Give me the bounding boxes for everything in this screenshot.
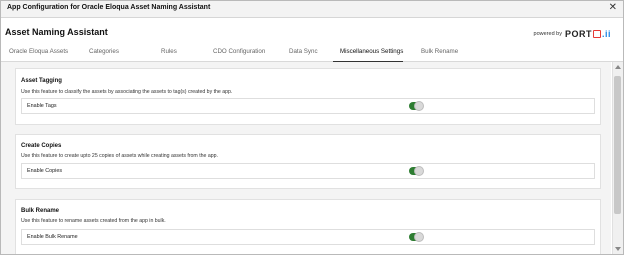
app-configuration-window: App Configuration for Oracle Eloqua Asse…	[0, 0, 624, 255]
section-title: Bulk Rename	[21, 208, 60, 214]
toggle-knob	[413, 101, 424, 111]
tab-categories[interactable]: Categories	[89, 48, 119, 55]
setting-row-enable-tags: Enable Tags	[21, 98, 595, 114]
enable-copies-toggle[interactable]	[409, 166, 424, 176]
setting-label: Enable Tags	[27, 103, 57, 109]
section-create-copies: Create Copies Use this feature to create…	[15, 134, 601, 189]
scroll-thumb[interactable]	[614, 76, 621, 214]
tab-bulk-rename[interactable]: Bulk Rename	[421, 48, 458, 55]
scroll-down-icon[interactable]	[615, 247, 621, 251]
toggle-knob	[413, 232, 424, 242]
tab-cdo-configuration[interactable]: CDO Configuration	[213, 48, 265, 55]
app-header: Asset Naming Assistant powered by PORT .…	[1, 18, 623, 42]
setting-row-enable-copies: Enable Copies	[21, 163, 595, 179]
logo-suffix: .ii	[601, 29, 611, 39]
vertical-scrollbar[interactable]	[612, 62, 623, 254]
tab-miscellaneous-settings[interactable]: Miscellaneous Settings	[340, 48, 403, 55]
window-title: App Configuration for Oracle Eloqua Asse…	[7, 4, 211, 11]
section-title: Asset Tagging	[21, 78, 62, 84]
section-title: Create Copies	[21, 143, 62, 149]
section-description: Use this feature to create upto 25 copie…	[21, 153, 218, 159]
title-bar: App Configuration for Oracle Eloqua Asse…	[1, 1, 623, 18]
setting-label: Enable Copies	[27, 168, 63, 174]
enable-bulk-rename-toggle[interactable]	[409, 232, 424, 242]
setting-row-enable-bulk-rename: Enable Bulk Rename	[21, 229, 595, 245]
section-bulk-rename: Bulk Rename Use this feature to rename a…	[15, 199, 601, 254]
powered-by: powered by PORT .ii	[534, 29, 611, 39]
powered-by-text: powered by	[533, 31, 562, 37]
tab-rules[interactable]: Rules	[161, 48, 177, 55]
section-asset-tagging: Asset Tagging Use this feature to classi…	[15, 68, 601, 125]
settings-content: Asset Tagging Use this feature to classi…	[1, 62, 611, 254]
tab-bar: Oracle Eloqua Assets Categories Rules CD…	[1, 43, 623, 62]
enable-tags-toggle[interactable]	[409, 101, 424, 111]
logo-mark-icon	[592, 30, 601, 38]
app-name-heading: Asset Naming Assistant	[5, 27, 108, 37]
close-icon[interactable]: ✕	[609, 2, 617, 13]
tab-data-sync[interactable]: Data Sync	[289, 48, 318, 55]
tab-oracle-eloqua-assets[interactable]: Oracle Eloqua Assets	[9, 48, 68, 55]
portqii-logo: PORT .ii	[565, 29, 611, 39]
scroll-up-icon[interactable]	[615, 65, 621, 69]
logo-text: PORT	[564, 29, 592, 39]
setting-label: Enable Bulk Rename	[27, 234, 78, 240]
section-description: Use this feature to rename assets create…	[21, 218, 166, 224]
toggle-knob	[413, 166, 424, 176]
section-description: Use this feature to classify the assets …	[21, 89, 233, 95]
